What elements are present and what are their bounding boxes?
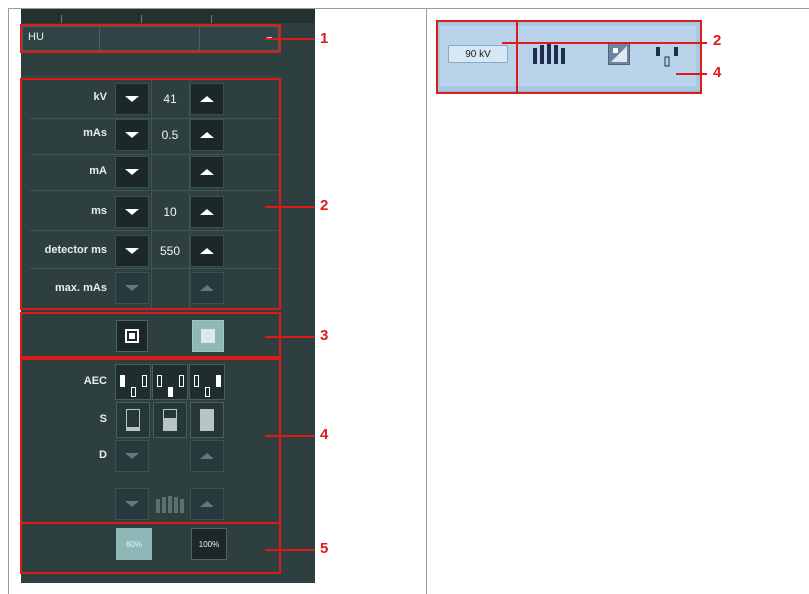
- callout-box-r2-left: [436, 20, 518, 94]
- callout-number-r2: 2: [713, 32, 722, 49]
- callout-line-r2: [502, 42, 707, 44]
- callout-number-r4: 4: [713, 64, 722, 81]
- callout-number-4: 4: [320, 426, 329, 443]
- callout-line-4: [265, 435, 315, 437]
- console-top-strip: [21, 9, 315, 23]
- callout-line-5: [265, 549, 315, 551]
- divider: [22, 76, 278, 77]
- callout-box-1: [20, 24, 281, 53]
- callout-line-2: [265, 206, 315, 208]
- callout-box-2: [20, 78, 281, 310]
- callout-box-5: [20, 522, 281, 574]
- callout-line-3: [265, 336, 315, 338]
- callout-number-2: 2: [320, 197, 329, 214]
- callout-box-r2-right: [516, 20, 702, 94]
- callout-number-5: 5: [320, 540, 329, 557]
- callout-box-4: [20, 358, 281, 524]
- callout-box-3: [20, 312, 281, 358]
- callout-number-3: 3: [320, 327, 329, 344]
- callout-line-r4: [676, 73, 707, 75]
- callout-line-1: [265, 38, 315, 40]
- frame-divider: [426, 8, 427, 594]
- callout-number-1: 1: [320, 30, 329, 47]
